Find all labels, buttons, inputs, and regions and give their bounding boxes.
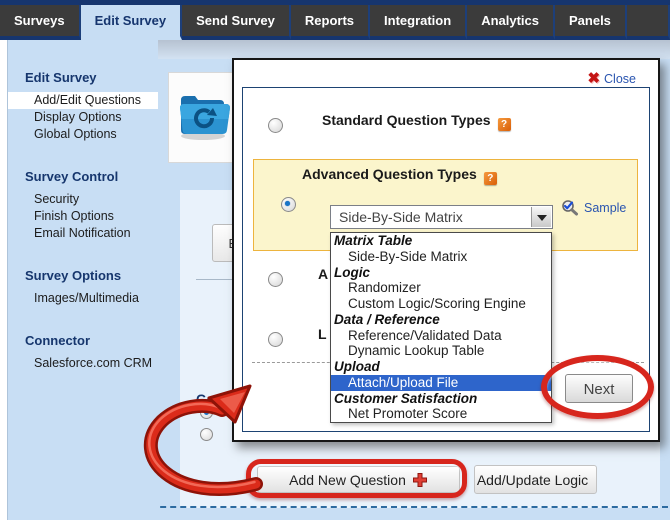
tab-edit-survey[interactable]: Edit Survey: [81, 5, 183, 40]
dropdown-item-matrix-table[interactable]: Matrix Table: [331, 233, 551, 249]
sidebar-item-salesforce-com-crm[interactable]: Salesforce.com CRM: [8, 355, 158, 372]
sidebar-section-title: Survey Control: [8, 169, 158, 191]
tab-send-survey[interactable]: Send Survey: [182, 5, 291, 40]
dropdown-item-data-reference[interactable]: Data / Reference: [331, 312, 551, 328]
add-new-question-label: Add New Question: [289, 472, 406, 488]
sample-label[interactable]: Sample: [584, 201, 626, 215]
add-new-question-button[interactable]: Add New Question: [257, 466, 460, 493]
option-four-label-partial: L: [318, 326, 329, 342]
question-type-select[interactable]: Side-By-Side Matrix: [330, 205, 553, 229]
dropdown-item-reference-validated-data[interactable]: Reference/Validated Data: [331, 328, 551, 344]
dropdown-item-attach-upload-file[interactable]: Attach/Upload File: [331, 375, 551, 391]
dropdown-item-logic[interactable]: Logic: [331, 265, 551, 281]
general-heading-partial: Gen: [196, 392, 236, 407]
advanced-question-types-text: Advanced Question Types: [302, 166, 477, 182]
chevron-down-icon[interactable]: [531, 207, 551, 227]
tab-partial: [627, 5, 670, 40]
sidebar: Edit SurveyAdd/Edit QuestionsDisplay Opt…: [7, 40, 158, 520]
question-type-dropdown-list: Matrix TableSide-By-Side MatrixLogicRand…: [330, 232, 552, 423]
dropdown-item-randomizer[interactable]: Randomizer: [331, 280, 551, 296]
question-type-select-value: Side-By-Side Matrix: [339, 209, 463, 225]
refresh-folder-icon[interactable]: [176, 86, 230, 142]
sidebar-item-global-options[interactable]: Global Options: [8, 126, 158, 143]
close-icon[interactable]: ✖: [587, 71, 600, 86]
tab-panels[interactable]: Panels: [555, 5, 627, 40]
magnifier-check-icon: [561, 199, 580, 217]
option-three-label-partial: A: [318, 266, 329, 282]
standard-question-types-text: Standard Question Types: [322, 112, 491, 128]
tab-analytics[interactable]: Analytics: [467, 5, 555, 40]
add-update-logic-label: Add/Update Logic: [477, 472, 588, 488]
radio-option-four[interactable]: [268, 332, 283, 347]
add-question-dialog: ✖ Close Standard Question Types? Advance…: [232, 58, 660, 442]
sidebar-item-images-multimedia[interactable]: Images/Multimedia: [8, 290, 158, 307]
standard-question-types-label: Standard Question Types?: [322, 112, 511, 131]
help-icon[interactable]: ?: [484, 172, 497, 185]
sidebar-item-display-options[interactable]: Display Options: [8, 109, 158, 126]
sidebar-section-survey-options: Survey OptionsImages/Multimedia: [8, 268, 158, 307]
sidebar-section-title: Survey Options: [8, 268, 158, 290]
sidebar-sections: Edit SurveyAdd/Edit QuestionsDisplay Opt…: [8, 70, 158, 372]
sidebar-item-email-notification[interactable]: Email Notification: [8, 225, 158, 242]
help-icon[interactable]: ?: [498, 118, 511, 131]
page-radio[interactable]: [200, 428, 213, 441]
dropdown-item-customer-satisfaction[interactable]: Customer Satisfaction: [331, 391, 551, 407]
page-radio-selected[interactable]: [200, 406, 213, 419]
sidebar-section-survey-control: Survey ControlSecurityFinish OptionsEmai…: [8, 169, 158, 242]
page-top-gradient: [157, 40, 670, 59]
close-label[interactable]: Close: [604, 72, 636, 86]
top-nav: SurveysEdit SurveySend SurveyReportsInte…: [0, 0, 670, 40]
sidebar-section-title: Connector: [8, 333, 158, 355]
advanced-question-types-label: Advanced Question Types?: [302, 166, 497, 185]
tab-integration[interactable]: Integration: [370, 5, 467, 40]
dashed-separator: [120, 506, 668, 508]
nav-tabs: SurveysEdit SurveySend SurveyReportsInte…: [0, 5, 670, 40]
radio-option-three[interactable]: [268, 272, 283, 287]
sidebar-item-add-edit-questions[interactable]: Add/Edit Questions: [8, 92, 158, 109]
red-plus-icon: [412, 472, 428, 488]
screen: SurveysEdit SurveySend SurveyReportsInte…: [0, 0, 670, 530]
sidebar-item-finish-options[interactable]: Finish Options: [8, 208, 158, 225]
sidebar-section-connector: ConnectorSalesforce.com CRM: [8, 333, 158, 372]
dropdown-item-side-by-side-matrix[interactable]: Side-By-Side Matrix: [331, 249, 551, 265]
radio-standard-question-types[interactable]: [268, 118, 283, 133]
dropdown-item-custom-logic-scoring-engine[interactable]: Custom Logic/Scoring Engine: [331, 296, 551, 312]
tab-reports[interactable]: Reports: [291, 5, 370, 40]
tab-surveys[interactable]: Surveys: [0, 5, 81, 40]
next-button[interactable]: Next: [565, 374, 633, 403]
add-update-logic-button[interactable]: Add/Update Logic: [474, 465, 597, 494]
sidebar-section-title: Edit Survey: [8, 70, 158, 92]
divider-line: [196, 279, 232, 280]
sample-link[interactable]: Sample: [561, 199, 626, 217]
radio-advanced-question-types[interactable]: [281, 197, 296, 212]
sidebar-item-security[interactable]: Security: [8, 191, 158, 208]
close-button[interactable]: ✖ Close: [587, 71, 636, 86]
dropdown-item-upload[interactable]: Upload: [331, 359, 551, 375]
dropdown-item-net-promoter-score[interactable]: Net Promoter Score: [331, 406, 551, 422]
dropdown-item-dynamic-lookup-table[interactable]: Dynamic Lookup Table: [331, 343, 551, 359]
sidebar-section-edit-survey: Edit SurveyAdd/Edit QuestionsDisplay Opt…: [8, 70, 158, 143]
